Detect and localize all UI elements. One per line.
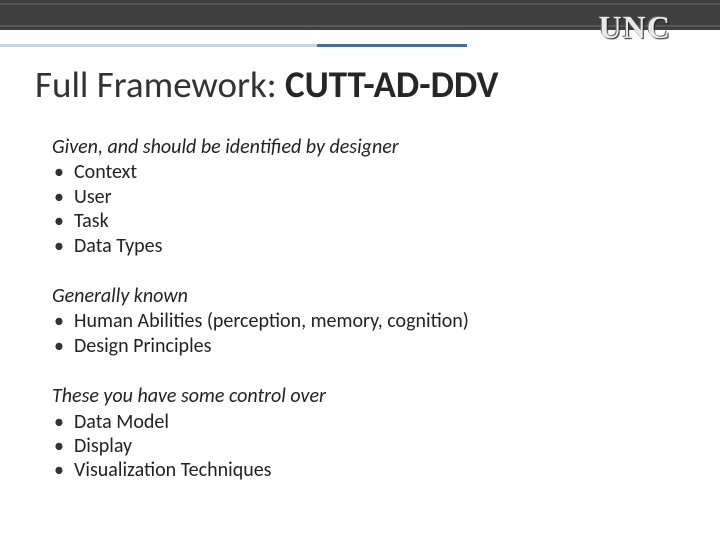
title-prefix: Full Framework: (35, 62, 285, 107)
slide: UNC Full Framework: CUTT-AD-DDV Given, a… (0, 0, 720, 540)
section-heading: These you have some control over (52, 384, 660, 408)
title-main: CUTT-AD-DDV (285, 62, 499, 107)
bullet-item: Task (52, 209, 660, 233)
bullet-list: Context User Task Data Types (52, 160, 660, 258)
bullet-list: Human Abilities (perception, memory, cog… (52, 309, 660, 358)
section-control: These you have some control over Data Mo… (52, 384, 660, 483)
bullet-list: Data Model Display Visualization Techniq… (52, 410, 660, 483)
bullet-item: Context (52, 160, 660, 184)
bullet-item: Visualization Techniques (52, 458, 660, 482)
bullet-item: Data Model (52, 410, 660, 434)
section-heading: Given, and should be identified by desig… (52, 135, 660, 159)
section-heading: Generally known (52, 284, 660, 308)
logo-unc: UNC (599, 9, 671, 46)
section-known: Generally known Human Abilities (percept… (52, 284, 660, 358)
body-content: Given, and should be identified by desig… (52, 135, 660, 509)
bullet-item: Human Abilities (perception, memory, cog… (52, 309, 660, 333)
bullet-item: User (52, 185, 660, 209)
bullet-item: Data Types (52, 234, 660, 258)
section-given: Given, and should be identified by desig… (52, 135, 660, 258)
slide-title: Full Framework: CUTT-AD-DDV (35, 62, 690, 107)
divider-rule (0, 44, 467, 47)
bullet-item: Display (52, 434, 660, 458)
bullet-item: Design Principles (52, 334, 660, 358)
